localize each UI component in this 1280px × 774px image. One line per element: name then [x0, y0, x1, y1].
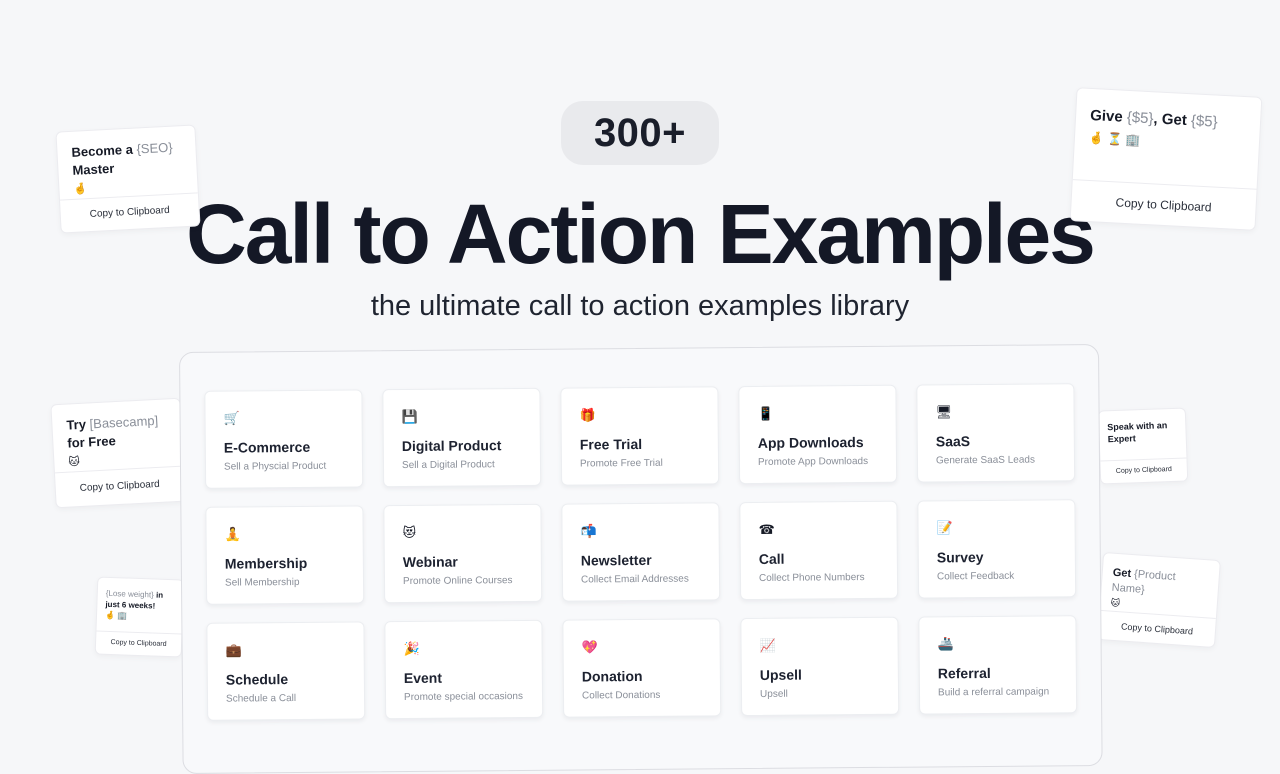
cta-card-expert[interactable]: Speak with an Expert Copy to Clipboard: [1098, 407, 1189, 484]
count-badge: 300+: [561, 101, 719, 165]
category-description: Collect Phone Numbers: [759, 572, 879, 584]
category-title: Event: [404, 669, 524, 686]
mailbox-icon: 📬: [581, 523, 701, 540]
category-description: Promote App Downloads: [758, 456, 878, 468]
category-title: Upsell: [760, 666, 880, 683]
cta-card-text: Give {$5}, Get {$5}: [1090, 107, 1218, 131]
category-card-newsletter[interactable]: 📬 Newsletter Collect Email Addresses: [561, 502, 720, 601]
meditation-icon: 🧘: [225, 527, 345, 544]
category-title: Schedule: [226, 671, 346, 688]
heart-icon: 💖: [582, 639, 702, 656]
cta-card-text: Try [Basecamp] for Free: [66, 413, 158, 451]
mobile-phone-icon: 📱: [758, 406, 878, 423]
category-card-free-trial[interactable]: 🎁 Free Trial Promote Free Trial: [560, 386, 719, 485]
desktop-computer-icon: 🖥: [935, 404, 1055, 421]
cta-card-emoji: 🐱: [1110, 598, 1120, 609]
floppy-disk-icon: 💾: [402, 409, 522, 426]
cta-card-lose-weight[interactable]: {Lose weight} in just 6 weeks!🤞 🏢 Copy t…: [95, 577, 185, 658]
category-card-event[interactable]: 🎉 Event Promote special occasions: [384, 620, 543, 719]
category-title: Free Trial: [580, 435, 700, 452]
cta-card-emoji: 🐱: [68, 456, 80, 469]
category-title: SaaS: [936, 432, 1056, 449]
category-card-referral[interactable]: 🚢 Referral Build a referral campaign: [918, 615, 1077, 714]
cta-card-give-get[interactable]: Give {$5}, Get {$5}🤞 ⏳ 🏢 Copy to Clipboa…: [1070, 87, 1263, 231]
category-description: Promote Free Trial: [580, 457, 700, 469]
copy-to-clipboard-button[interactable]: Copy to Clipboard: [55, 466, 185, 508]
cta-card-text: Speak with an Expert: [1107, 420, 1167, 444]
shopping-cart-icon: 🛒: [224, 411, 344, 428]
category-title: Digital Product: [402, 437, 522, 454]
category-title: Call: [759, 550, 879, 567]
category-card-donation[interactable]: 💖 Donation Collect Donations: [562, 618, 721, 717]
copy-to-clipboard-button[interactable]: Copy to Clipboard: [60, 192, 200, 232]
category-description: Promote Online Courses: [403, 575, 523, 587]
category-description: Promote special occasions: [404, 691, 524, 703]
category-card-digital-product[interactable]: 💾 Digital Product Sell a Digital Product: [382, 388, 541, 487]
category-card-upsell[interactable]: 📈 Upsell Upsell: [740, 617, 899, 716]
category-card-webinar[interactable]: 😻 Webinar Promote Online Courses: [383, 504, 542, 603]
cta-card-seo[interactable]: Become a {SEO} Master 🤞 Copy to Clipboard: [55, 124, 200, 233]
category-card-saas[interactable]: 🖥 SaaS Generate SaaS Leads: [916, 383, 1075, 482]
category-card-survey[interactable]: 📝 Survey Collect Feedback: [917, 499, 1076, 598]
copy-to-clipboard-button[interactable]: Copy to Clipboard: [96, 631, 182, 657]
briefcase-icon: 💼: [226, 643, 346, 660]
category-card-membership[interactable]: 🧘 Membership Sell Membership: [205, 505, 364, 604]
category-description: Collect Email Addresses: [581, 573, 701, 585]
category-description: Schedule a Call: [226, 693, 346, 705]
page-subtitle: the ultimate call to action examples lib…: [0, 290, 1280, 323]
category-title: Donation: [582, 667, 702, 684]
cta-card-product[interactable]: Get {Product Name}🐱 Copy to Clipboard: [1097, 552, 1221, 648]
copy-to-clipboard-button[interactable]: Copy to Clipboard: [1071, 179, 1257, 230]
category-description: Collect Donations: [582, 689, 702, 701]
category-card-e-commerce[interactable]: 🛒 E-Commerce Sell a Physcial Product: [204, 389, 363, 488]
category-title: Referral: [938, 664, 1058, 681]
cta-card-emoji: 🤞 🏢: [105, 611, 127, 621]
copy-to-clipboard-button[interactable]: Copy to Clipboard: [1100, 457, 1187, 483]
category-description: Upsell: [760, 688, 880, 700]
examples-library-panel: 🛒 E-Commerce Sell a Physcial Product 💾 Digit…: [179, 344, 1103, 774]
category-title: E-Commerce: [224, 439, 344, 456]
category-description: Collect Feedback: [937, 570, 1057, 582]
ship-icon: 🚢: [938, 636, 1058, 653]
chart-increasing-icon: 📈: [760, 638, 880, 655]
party-icon: 🎉: [404, 641, 524, 658]
cta-card-basecamp[interactable]: Try [Basecamp] for Free 🐱 Copy to Clipboa…: [50, 398, 185, 509]
cat-face-icon: 😻: [403, 525, 523, 542]
category-title: App Downloads: [758, 434, 878, 451]
category-title: Newsletter: [581, 551, 701, 568]
category-description: Build a referral campaign: [938, 686, 1058, 698]
memo-icon: 📝: [937, 520, 1057, 537]
category-title: Webinar: [403, 553, 523, 570]
telephone-icon: ☎: [759, 522, 879, 539]
category-grid: 🛒 E-Commerce Sell a Physcial Product 💾 Digit…: [204, 383, 1077, 721]
category-card-call[interactable]: ☎ Call Collect Phone Numbers: [739, 501, 898, 600]
category-description: Sell Membership: [225, 577, 345, 589]
gift-icon: 🎁: [580, 407, 700, 424]
category-description: Sell a Physcial Product: [224, 461, 344, 473]
cta-card-text: Become a {SEO} Master: [71, 140, 173, 178]
cta-card-text: Get {Product Name}: [1111, 567, 1176, 596]
category-card-schedule[interactable]: 💼 Schedule Schedule a Call: [206, 621, 365, 720]
category-description: Sell a Digital Product: [402, 459, 522, 471]
category-title: Membership: [225, 555, 345, 572]
category-title: Survey: [937, 548, 1057, 565]
category-description: Generate SaaS Leads: [936, 454, 1056, 466]
cta-card-emoji: 🤞: [73, 183, 87, 196]
cta-card-text: {Lose weight} in just 6 weeks!: [105, 589, 163, 611]
cta-card-emoji: 🤞 ⏳ 🏢: [1089, 131, 1141, 148]
category-card-app-downloads[interactable]: 📱 App Downloads Promote App Downloads: [738, 385, 897, 484]
